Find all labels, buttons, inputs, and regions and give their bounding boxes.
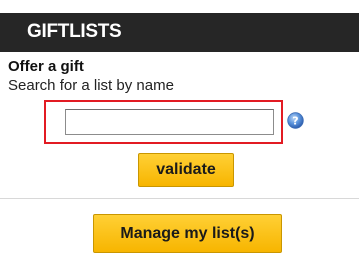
validate-button[interactable]: validate (138, 153, 234, 187)
svg-text:?: ? (292, 115, 298, 128)
list-name-search-input[interactable] (65, 109, 274, 135)
manage-lists-button[interactable]: Manage my list(s) (93, 214, 282, 253)
question-mark-icon[interactable]: ? (287, 112, 304, 129)
page-title: GIFTLISTS (27, 21, 122, 42)
search-list-label: Search for a list by name (8, 77, 174, 94)
offer-gift-heading: Offer a gift (8, 58, 84, 75)
section-divider (0, 198, 359, 199)
giftlists-widget: GIFTLISTS Offer a gift Search for a list… (0, 0, 359, 257)
